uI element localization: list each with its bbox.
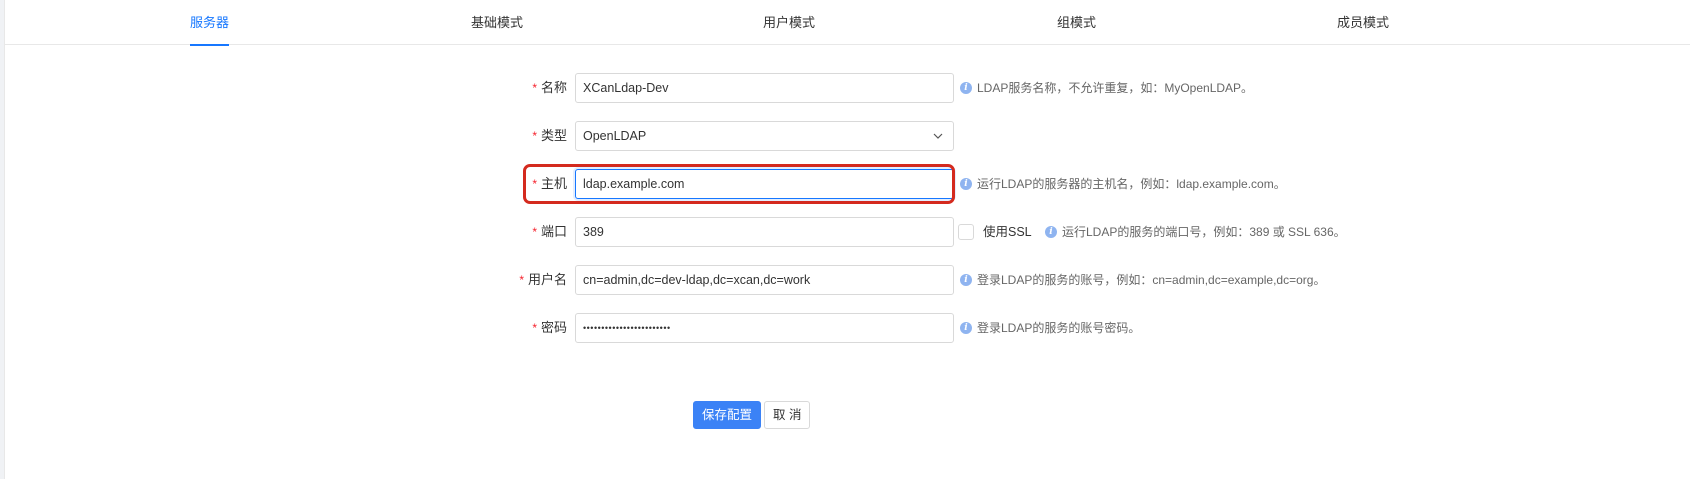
tab-bar: 服务器 基础模式 用户模式 组模式 成员模式 <box>5 0 1690 46</box>
name-hint: i LDAP服务名称，不允许重复，如：MyOpenLDAP。 <box>960 73 1253 103</box>
name-label: * 名称 <box>532 80 567 95</box>
required-mark: * <box>532 129 537 143</box>
save-config-button[interactable]: 保存配置 <box>693 401 762 429</box>
info-icon: i <box>1045 226 1057 238</box>
info-icon: i <box>960 322 972 334</box>
form-row-host: *主机 i 运行LDAP的服务器的主机名，例如：ldap.example.com… <box>5 169 1690 199</box>
info-icon: i <box>960 178 972 190</box>
type-select-value: OpenLDAP <box>583 129 647 143</box>
tab-member-schema[interactable]: 成员模式 <box>1337 0 1389 45</box>
form-row-username: *用户名 i 登录LDAP的服务的账号，例如：cn=admin,dc=examp… <box>5 265 1690 295</box>
password-hint: i 登录LDAP的服务的账号密码。 <box>960 313 1140 343</box>
tab-group-schema[interactable]: 组模式 <box>1057 0 1096 45</box>
required-mark: * <box>532 81 537 95</box>
tab-user-schema[interactable]: 用户模式 <box>763 0 815 45</box>
password-label: * 密码 <box>532 320 567 335</box>
tab-basic-schema[interactable]: 基础模式 <box>471 0 523 45</box>
password-input[interactable]: •••••••••••••••••••••••• <box>575 313 954 343</box>
cancel-button[interactable]: 取 消 <box>764 401 811 429</box>
required-mark: * <box>519 273 524 287</box>
port-label: * 端口 <box>532 224 567 239</box>
port-input[interactable] <box>575 217 954 247</box>
ldap-config-panel: 服务器 基础模式 用户模式 组模式 成员模式 *名称 i LDAP服务名称，不允… <box>4 0 1690 479</box>
username-input[interactable] <box>575 265 954 295</box>
host-hint: i 运行LDAP的服务器的主机名，例如：ldap.example.com。 <box>960 169 1286 199</box>
required-mark: * <box>532 225 537 239</box>
username-label: * 用户名 <box>519 272 567 287</box>
name-input[interactable] <box>575 73 954 103</box>
host-input[interactable] <box>575 169 954 199</box>
form-row-name: *名称 i LDAP服务名称，不允许重复，如：MyOpenLDAP。 <box>5 73 1690 103</box>
ssl-label[interactable]: 使用SSL <box>983 217 1032 247</box>
host-label: * 主机 <box>532 176 567 191</box>
port-hint: i 运行LDAP的服务的端口号，例如：389 或 SSL 636。 <box>1045 217 1346 247</box>
info-icon: i <box>960 274 972 286</box>
chevron-down-icon <box>933 133 943 139</box>
ssl-checkbox[interactable] <box>958 224 974 240</box>
info-icon: i <box>960 82 972 94</box>
form-row-type: * 类型 OpenLDAP <box>5 121 1690 151</box>
form-row-password: * 密码 •••••••••••••••••••••••• i 登录LDAP的服务… <box>5 313 1690 343</box>
tab-server[interactable]: 服务器 <box>190 0 230 46</box>
type-select[interactable]: OpenLDAP <box>575 121 954 151</box>
required-mark: * <box>532 321 537 335</box>
username-hint: i 登录LDAP的服务的账号，例如：cn=admin,dc=example,dc… <box>960 265 1325 295</box>
form-row-port: *端口 使用SSL i 运行LDAP的服务的端口号，例如：389 或 SSL 6… <box>5 217 1690 247</box>
type-label: * 类型 <box>532 128 567 143</box>
required-mark: * <box>532 177 537 191</box>
